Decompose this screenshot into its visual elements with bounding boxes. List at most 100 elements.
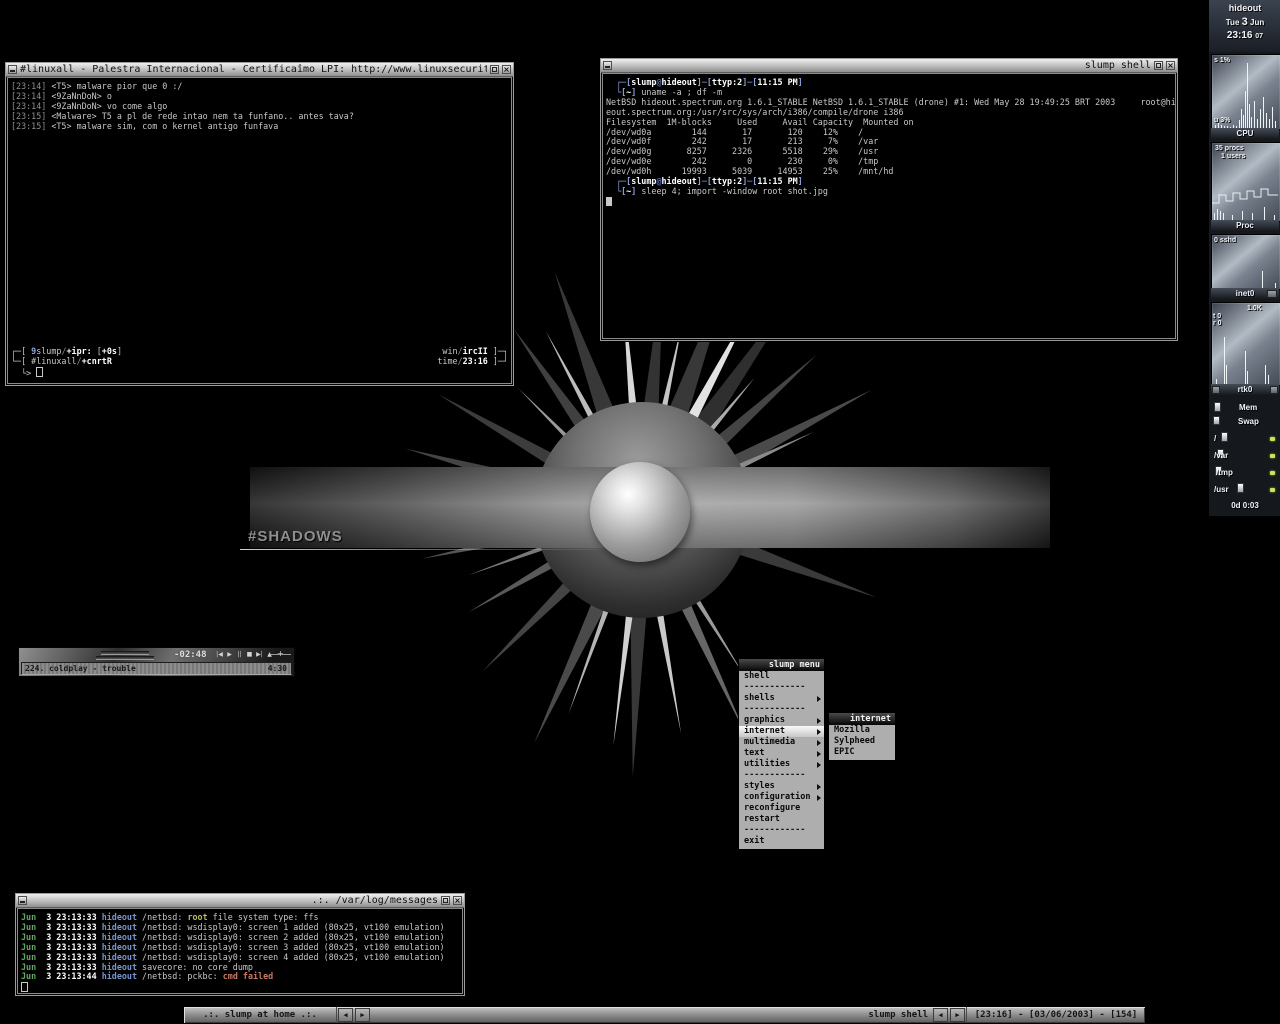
shell-window: slump shell × ┌─[slump@hideout]─[ttyp:2]… bbox=[600, 58, 1178, 341]
menu-item-reconfigure[interactable]: reconfigure bbox=[739, 803, 824, 814]
menu-item-text[interactable]: text bbox=[739, 748, 824, 759]
irc-window-title: #linuxall - Palestra Internacional - Cer… bbox=[20, 64, 487, 75]
net-panel-button-left[interactable] bbox=[1212, 386, 1220, 394]
fs-tmp-led bbox=[1270, 471, 1275, 475]
play-icon[interactable]: ▶ bbox=[225, 651, 234, 658]
workspace-label[interactable]: .:. slump at home .:. bbox=[184, 1007, 337, 1023]
wallpaper-shadows-label: #SHADOWS bbox=[248, 528, 343, 545]
mem-krell[interactable] bbox=[1214, 402, 1221, 412]
player-track-strip: 224. coldplay - trouble 4:30 bbox=[21, 662, 292, 675]
user-count: 1 users bbox=[1221, 153, 1246, 160]
cpu-label[interactable]: CPU bbox=[1211, 128, 1279, 140]
cpu-user-value: u 3% bbox=[1214, 117, 1231, 124]
proc-label[interactable]: Proc bbox=[1211, 220, 1279, 232]
minimize-button[interactable] bbox=[8, 65, 17, 74]
shell-window-title: slump shell bbox=[1084, 60, 1151, 71]
prev-workspace-button[interactable]: ◀ bbox=[338, 1008, 353, 1022]
hostname: hideout bbox=[1228, 3, 1262, 13]
irc-input-prompt[interactable]: └> bbox=[11, 367, 508, 379]
left-arrow-icon: ◀ bbox=[343, 1011, 348, 1019]
stop-icon[interactable]: ■ bbox=[245, 651, 254, 658]
submenu-arrow-icon bbox=[817, 784, 821, 790]
close-button[interactable]: × bbox=[453, 896, 462, 905]
menu-separator: ------------ bbox=[744, 704, 806, 714]
prev-window-button[interactable]: ◀ bbox=[933, 1008, 948, 1022]
menu-item-exit[interactable]: exit bbox=[739, 836, 824, 847]
minimize-icon bbox=[10, 70, 15, 72]
player-transport: |◀ ▶ || ■ ▶| ▲ bbox=[215, 651, 274, 658]
irc-line: [23:15] <T5> malware sim, com o kernel a… bbox=[11, 120, 279, 131]
pause-icon[interactable]: || bbox=[235, 651, 244, 658]
menu-item-mozilla[interactable]: Mozilla bbox=[829, 725, 895, 736]
log-terminal[interactable]: Jun 3 23:13:33 hideout /netbsd: root fil… bbox=[17, 908, 463, 994]
submenu-arrow-icon bbox=[817, 762, 821, 768]
minimize-button[interactable] bbox=[603, 61, 612, 70]
maximize-icon bbox=[1156, 63, 1161, 68]
maximize-button[interactable] bbox=[441, 896, 450, 905]
menu-item-restart[interactable]: restart bbox=[739, 814, 824, 825]
menu-item-utilities[interactable]: utilities bbox=[739, 759, 824, 770]
internet-submenu: internet Mozilla Sylpheed EPIC bbox=[828, 712, 896, 761]
menu-item-graphics[interactable]: graphics bbox=[739, 715, 824, 726]
fs-var-label: /var bbox=[1214, 451, 1229, 460]
net-panel-button-right[interactable] bbox=[1270, 386, 1278, 394]
seek-knob-icon[interactable]: + bbox=[277, 649, 284, 658]
next-track-icon[interactable]: ▶| bbox=[255, 651, 264, 658]
net-rx: r 0 bbox=[1213, 320, 1222, 327]
fs-usr-krell[interactable] bbox=[1237, 483, 1244, 493]
volume-slider[interactable] bbox=[101, 651, 149, 655]
net-scale: 1.0K bbox=[1247, 305, 1262, 312]
uptime: 0d 0:03 bbox=[1231, 501, 1259, 510]
minimize-icon bbox=[20, 901, 25, 903]
submenu-arrow-icon bbox=[817, 718, 821, 724]
log-window-title: .:. /var/log/messages bbox=[311, 895, 438, 906]
focused-window-label: slump shell bbox=[868, 1010, 928, 1020]
log-titlebar[interactable]: .:. /var/log/messages × bbox=[16, 894, 464, 908]
track-duration: 4:30 bbox=[267, 664, 287, 673]
dock-host-panel[interactable]: hideout Tue 3 Jun 23:16 07 bbox=[1209, 0, 1280, 52]
menu-item-shells[interactable]: shells bbox=[739, 693, 824, 704]
submenu-title: internet bbox=[829, 713, 895, 725]
net-chart[interactable] bbox=[1211, 302, 1280, 386]
menu-item-shell[interactable]: shell bbox=[739, 671, 824, 682]
net-label[interactable]: rtk0 bbox=[1211, 384, 1279, 396]
close-button[interactable]: × bbox=[502, 65, 511, 74]
log-cursor bbox=[21, 982, 459, 993]
minimize-button[interactable] bbox=[18, 896, 27, 905]
player-time-display[interactable]: -02:48 bbox=[174, 650, 207, 660]
menu-item-epic[interactable]: EPIC bbox=[829, 747, 895, 758]
menu-item-configuration[interactable]: configuration bbox=[739, 792, 824, 803]
irc-window: #linuxall - Palestra Internacional - Cer… bbox=[5, 62, 514, 386]
wallpaper-band-line bbox=[240, 549, 620, 550]
next-window-button[interactable]: ▶ bbox=[950, 1008, 965, 1022]
menu-item-internet[interactable]: internet bbox=[739, 726, 824, 737]
shell-terminal[interactable]: ┌─[slump@hideout]─[ttyp:2]─[11:15 PM] └[… bbox=[602, 73, 1176, 339]
log-window: .:. /var/log/messages × Jun 3 23:13:33 h… bbox=[15, 893, 465, 996]
dock-date: Tue 3 Jun bbox=[1225, 16, 1265, 28]
menu-item-sylpheed[interactable]: Sylpheed bbox=[829, 736, 895, 747]
next-workspace-button[interactable]: ▶ bbox=[355, 1008, 370, 1022]
close-icon: × bbox=[1167, 61, 1174, 70]
shell-titlebar[interactable]: slump shell × bbox=[601, 59, 1177, 73]
swap-krell[interactable] bbox=[1213, 416, 1220, 425]
wallpaper-sphere-small bbox=[590, 462, 690, 562]
irc-terminal[interactable]: [23:14] <T5> malware pior que 0 :/ [23:1… bbox=[7, 77, 512, 384]
fs-var-led bbox=[1270, 454, 1275, 458]
balance-slider[interactable] bbox=[96, 656, 154, 660]
net-tx: t 0 bbox=[1213, 313, 1222, 320]
desktop: #SHADOWS #linuxall - Palestra Internacio… bbox=[0, 0, 1280, 1024]
maximize-button[interactable] bbox=[490, 65, 499, 74]
left-arrow-icon: ◀ bbox=[938, 1011, 943, 1019]
inet-panel-button[interactable] bbox=[1267, 290, 1277, 298]
maximize-button[interactable] bbox=[1154, 61, 1163, 70]
menu-title: slump menu bbox=[739, 659, 824, 671]
cpu-sys-value: s 1% bbox=[1214, 57, 1230, 64]
sshd-count: 0 sshd bbox=[1214, 237, 1237, 244]
close-button[interactable]: × bbox=[1166, 61, 1175, 70]
menu-item-styles[interactable]: styles bbox=[739, 781, 824, 792]
fs-root-krell[interactable] bbox=[1221, 432, 1228, 442]
prev-track-icon[interactable]: |◀ bbox=[215, 651, 224, 658]
shell-cursor bbox=[606, 196, 1172, 208]
menu-item-multimedia[interactable]: multimedia bbox=[739, 737, 824, 748]
irc-titlebar[interactable]: #linuxall - Palestra Internacional - Cer… bbox=[6, 63, 513, 77]
